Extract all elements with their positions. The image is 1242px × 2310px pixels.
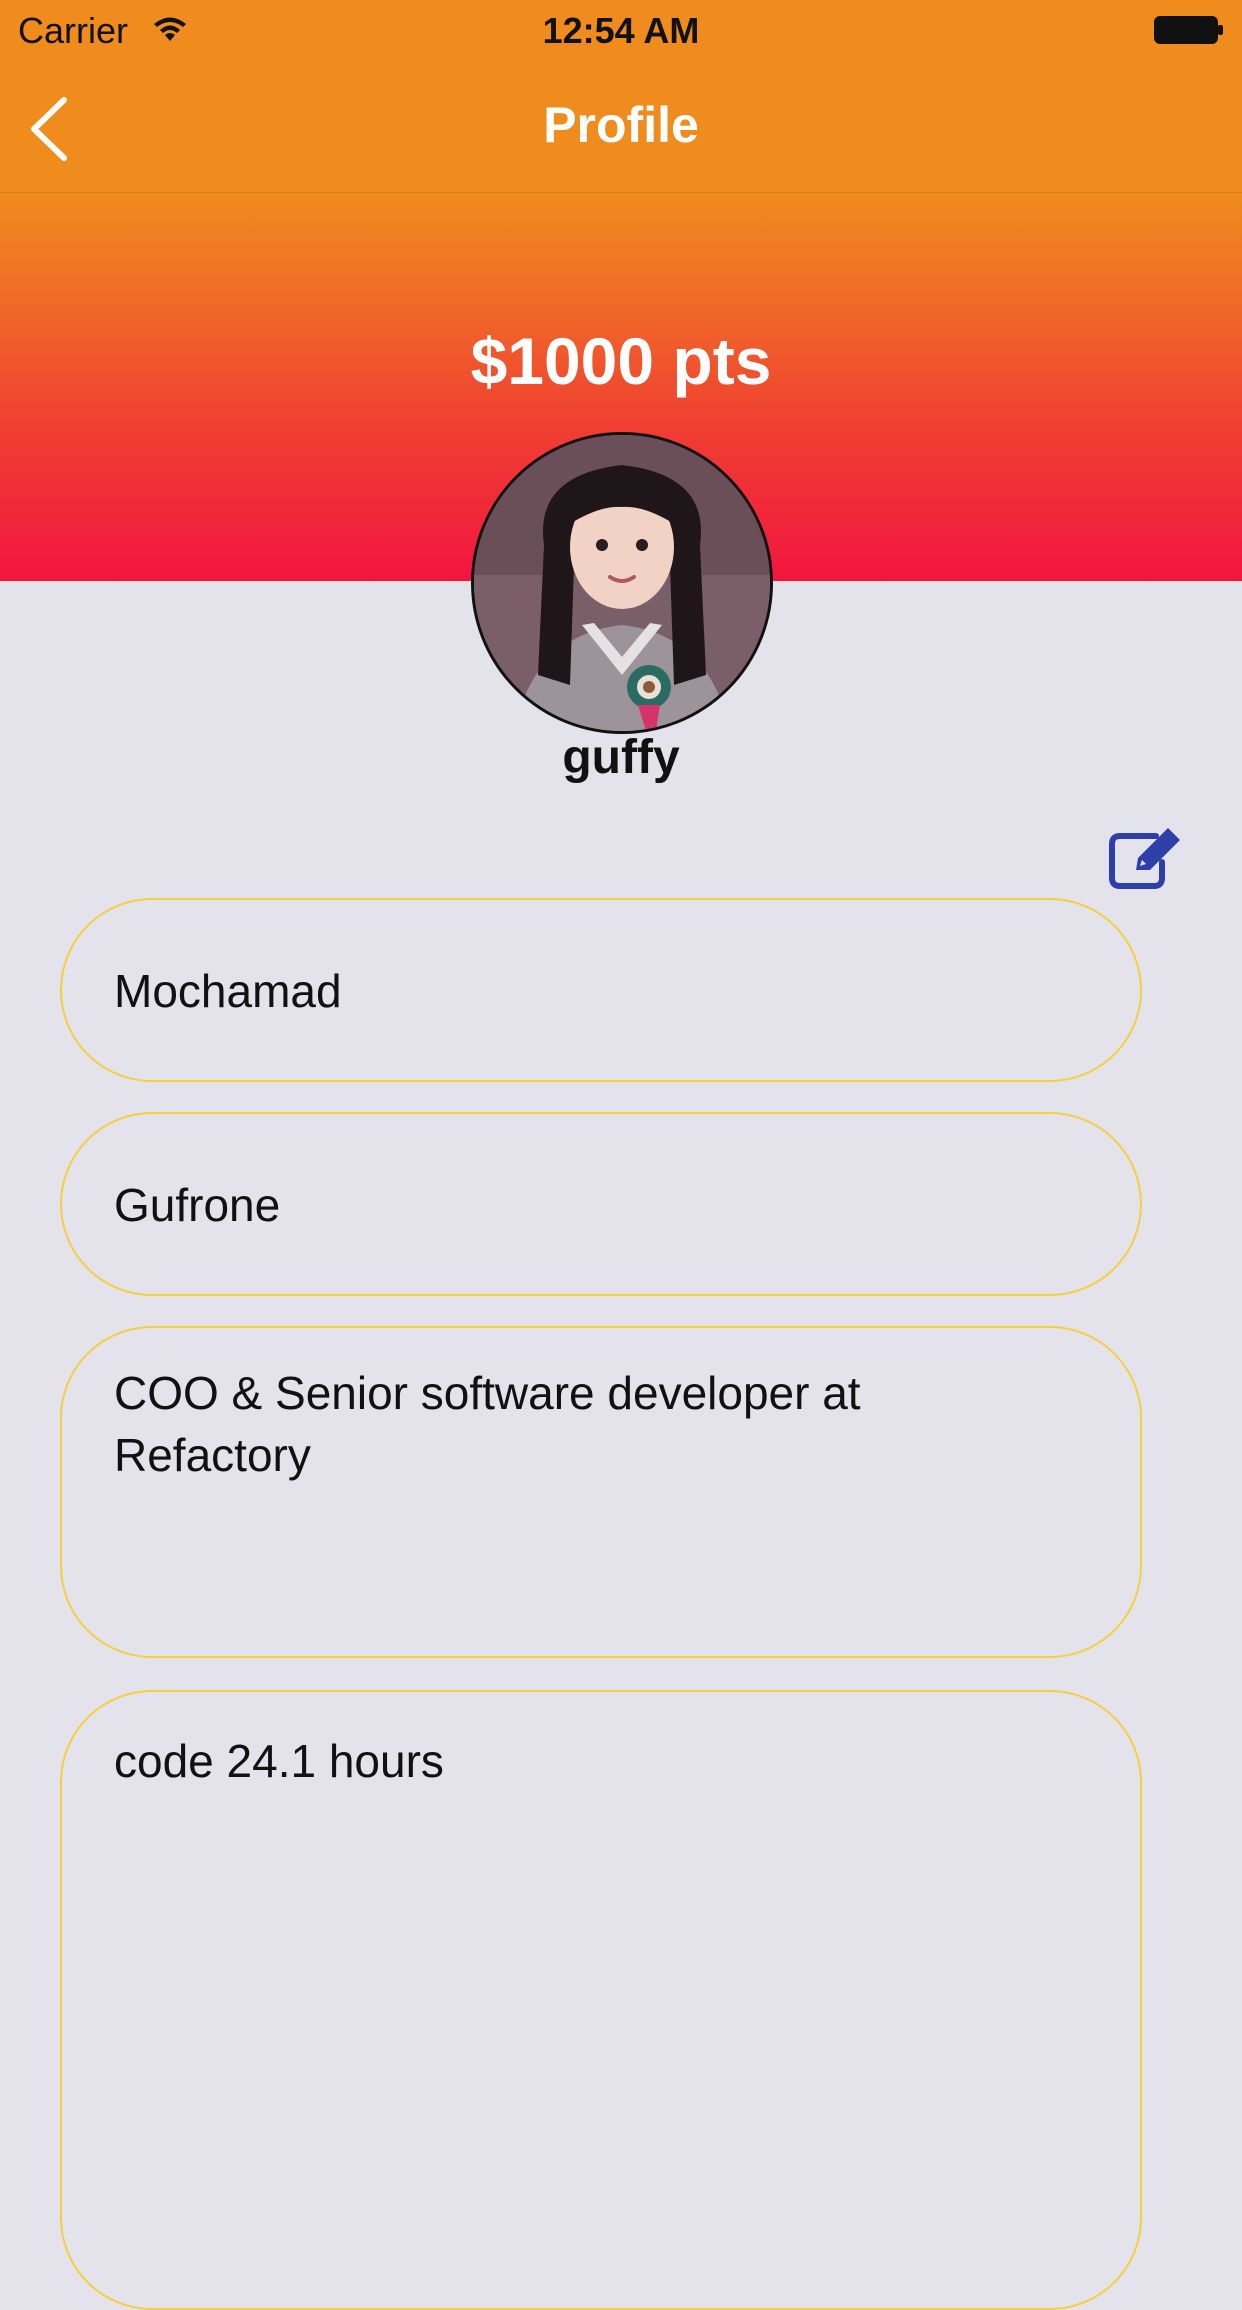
- status-bar: Carrier 12:54 AM: [0, 0, 1242, 60]
- edit-button[interactable]: [1106, 826, 1184, 892]
- bio-field[interactable]: COO & Senior software developer at Refac…: [60, 1326, 1142, 1658]
- stats-field[interactable]: code 24.1 hours: [60, 1690, 1142, 2310]
- page-title: Profile: [543, 97, 699, 153]
- stats-value: code 24.1 hours: [114, 1735, 444, 1787]
- last-name-field[interactable]: Gufrone: [60, 1112, 1142, 1296]
- first-name-value: Mochamad: [114, 965, 342, 1017]
- profile-photo: [474, 435, 770, 731]
- bio-value: COO & Senior software developer at Refac…: [114, 1367, 861, 1481]
- edit-icon: [1109, 828, 1180, 889]
- navigation-bar: Carrier 12:54 AM Profile: [0, 0, 1242, 193]
- points-balance: $1000 pts: [470, 324, 772, 398]
- last-name-value: Gufrone: [114, 1179, 281, 1231]
- status-time: 12:54 AM: [542, 10, 700, 51]
- avatar[interactable]: [471, 432, 773, 734]
- first-name-field[interactable]: Mochamad: [60, 898, 1142, 1082]
- username: guffy: [562, 731, 680, 784]
- battery-icon: [1154, 16, 1223, 44]
